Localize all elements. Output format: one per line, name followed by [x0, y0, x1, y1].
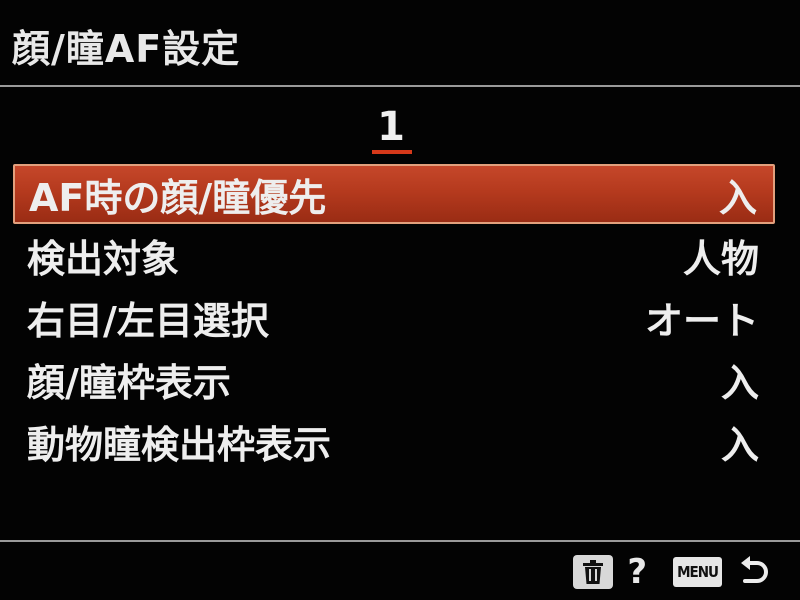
trash-icon[interactable] [573, 555, 614, 589]
menu-item-value: 人物 [682, 236, 759, 281]
menu-item-label: 検出対象 [27, 236, 180, 281]
menu-button[interactable]: MENU [673, 557, 722, 587]
menu-item-animal-eye-frame-display[interactable]: 動物瞳検出枠表示 入 [13, 410, 775, 472]
menu-item-label: 右目/左目選択 [27, 298, 269, 343]
trash-icon-glyph [583, 560, 604, 584]
menu-item-label: AF時の顔/瞳優先 [29, 175, 327, 220]
page-title: 顔/瞳AF設定 [12, 27, 241, 71]
menu-item-value: オート [644, 298, 759, 343]
footer-divider [0, 540, 800, 542]
back-icon[interactable] [736, 554, 772, 590]
footer-bar: ? MENU [573, 552, 772, 592]
menu-item-label: 顔/瞳枠表示 [27, 360, 231, 405]
help-icon[interactable]: ? [627, 555, 647, 589]
title-divider [0, 85, 800, 87]
menu-item-face-eye-frame-display[interactable]: 顔/瞳枠表示 入 [13, 348, 775, 410]
menu-item-subject-detection[interactable]: 検出対象 人物 [13, 224, 775, 286]
page-indicator[interactable]: 1 [370, 104, 412, 150]
menu-item-af-face-eye-priority[interactable]: AF時の顔/瞳優先 入 [13, 164, 775, 224]
menu-item-value: 入 [720, 360, 759, 405]
menu-item-value: 入 [720, 422, 759, 467]
camera-menu-screen: 顔/瞳AF設定 1 AF時の顔/瞳優先 入 検出対象 人物 右目/左目選択 オー… [0, 0, 800, 600]
page-indicator-underline [372, 150, 412, 154]
menu-item-value: 入 [718, 175, 757, 220]
settings-menu: AF時の顔/瞳優先 入 検出対象 人物 右目/左目選択 オート 顔/瞳枠表示 入… [13, 164, 775, 472]
menu-item-label: 動物瞳検出枠表示 [27, 422, 332, 467]
back-arrow-glyph [741, 556, 768, 583]
menu-item-right-left-eye-select[interactable]: 右目/左目選択 オート [13, 286, 775, 348]
